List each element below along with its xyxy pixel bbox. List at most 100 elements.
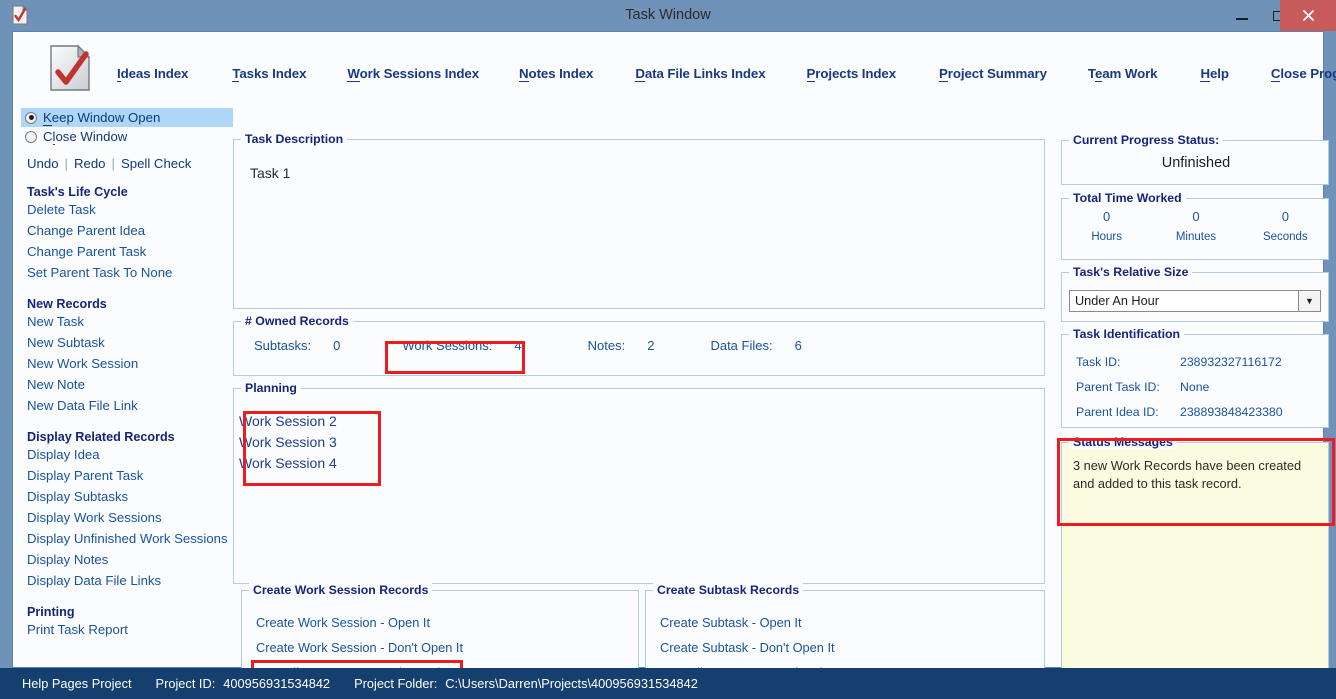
nav-work-sessions-index[interactable]: Work Sessions Index: [347, 65, 479, 82]
planning-content[interactable]: Work Session 2 Work Session 3 Work Sessi…: [239, 411, 337, 474]
task-id-label: Task ID:: [1076, 355, 1121, 369]
time-cell-seconds: 0 Seconds: [1241, 209, 1330, 243]
chevron-down-icon[interactable]: ▼: [1298, 291, 1320, 311]
status-bar: Help Pages Project Project ID: 400956931…: [0, 668, 1336, 699]
sidebar-item-display-idea[interactable]: Display Idea: [21, 444, 233, 465]
radio-unselected-icon: [25, 130, 37, 143]
nav-data-file-links-index[interactable]: Data File Links Index: [635, 65, 766, 82]
sidebar-item-set-parent-task-to-none[interactable]: Set Parent Task To None: [21, 262, 233, 283]
sidebar-item-display-subtasks[interactable]: Display Subtasks: [21, 486, 233, 507]
planning-line[interactable]: Work Session 3: [239, 432, 337, 453]
nav-project-summary[interactable]: Project Summary: [939, 65, 1047, 82]
create-subtask-open-it[interactable]: Create Subtask - Open It: [660, 615, 802, 630]
owned-label-notes: Notes:: [587, 338, 626, 353]
sidebar-heading-display-related: Display Related Records: [27, 430, 175, 444]
owned-count-subtasks: Subtasks: 0: [254, 338, 340, 353]
time-unit-hours: Hours: [1091, 231, 1122, 243]
owned-count-data-files: Data Files: 6: [710, 338, 801, 353]
statusbar-project-id-label: Project ID:: [155, 676, 216, 691]
planning-panel: Planning Work Session 2 Work Session 3 W…: [233, 381, 1045, 584]
owned-value-subtasks: 0: [333, 338, 341, 353]
close-button[interactable]: [1280, 0, 1336, 31]
task-id-row: Task ID: 238932327116172: [1076, 355, 1282, 369]
parent-idea-id-value: 238893848423380: [1180, 405, 1283, 419]
status-message-text: 3 new Work Records have been created and…: [1073, 458, 1302, 491]
task-relative-size-panel: Task's Relative Size Under An Hour ▼: [1061, 265, 1329, 322]
spell-check-link[interactable]: Spell Check: [121, 156, 191, 171]
nav-projects-index[interactable]: Projects Index: [806, 65, 896, 82]
app-logo-document-check-icon: [47, 44, 93, 92]
owned-count-notes: Notes: 2: [588, 338, 655, 353]
sidebar-item-delete-task[interactable]: Delete Task: [21, 199, 233, 220]
undo-link[interactable]: Undo: [27, 156, 59, 171]
owned-count-work-sessions: Work Sessions: 4: [402, 338, 521, 353]
nav-tasks-index[interactable]: Tasks Index: [232, 65, 307, 82]
sidebar-heading-life-cycle: Task's Life Cycle: [27, 185, 128, 199]
divider: |: [111, 156, 115, 171]
sidebar-item-display-unfinished-work-sessions[interactable]: Display Unfinished Work Sessions: [21, 528, 233, 549]
parent-task-id-label: Parent Task ID:: [1076, 380, 1160, 394]
total-time-worked-panel: Total Time Worked 0 Hours 0 Minutes 0 Se…: [1061, 191, 1330, 260]
main-navigation: Ideas Index Tasks Index Work Sessions In…: [117, 60, 1336, 86]
radio-label-close-window: Close Window: [43, 129, 128, 145]
statusbar-project-id: 400956931534842: [223, 676, 331, 691]
task-description-value[interactable]: Task 1: [250, 165, 290, 181]
minimize-button[interactable]: [1222, 0, 1262, 31]
statusbar-project-name: Help Pages Project: [22, 676, 132, 691]
nav-notes-index[interactable]: Notes Index: [519, 65, 593, 82]
sidebar-item-change-parent-idea[interactable]: Change Parent Idea: [21, 220, 233, 241]
status-messages-legend: Status Messages: [1069, 435, 1177, 449]
sidebar-item-display-data-file-links[interactable]: Display Data File Links: [21, 570, 233, 591]
planning-line[interactable]: Work Session 2: [239, 411, 337, 432]
progress-status-value: Unfinished: [1161, 155, 1231, 171]
task-relative-size-value: Under An Hour: [1075, 294, 1159, 308]
create-work-session-legend: Create Work Session Records: [249, 583, 433, 597]
owned-records-row: Subtasks: 0 Work Sessions: 4 Notes: 2 Da…: [234, 338, 1046, 353]
planning-line[interactable]: Work Session 4: [239, 453, 337, 474]
sidebar-item-print-task-report[interactable]: Print Task Report: [21, 619, 233, 640]
time-value-minutes: 0: [1192, 209, 1200, 224]
sidebar-item-new-subtask[interactable]: New Subtask: [21, 332, 233, 353]
parent-task-id-value: None: [1180, 380, 1210, 394]
task-identification-panel: Task Identification Task ID: 23893232711…: [1061, 327, 1329, 428]
edit-actions-row: Undo | Redo | Spell Check: [21, 156, 233, 171]
sidebar-item-new-task[interactable]: New Task: [21, 311, 233, 332]
create-work-session-open-it[interactable]: Create Work Session - Open It: [256, 615, 430, 630]
nav-ideas-index[interactable]: Ideas Index: [117, 65, 188, 82]
status-messages-panel: Status Messages 3 new Work Records have …: [1061, 435, 1329, 694]
nav-help[interactable]: Help: [1200, 65, 1229, 82]
nav-team-work[interactable]: Team Work: [1088, 65, 1158, 82]
owned-records-legend: # Owned Records: [241, 314, 353, 328]
create-subtask-dont-open-it[interactable]: Create Subtask - Don't Open It: [660, 640, 835, 655]
radio-label-keep-window-open: Keep Window Open: [43, 110, 161, 126]
task-relative-size-dropdown[interactable]: Under An Hour ▼: [1069, 290, 1321, 312]
nav-close-program[interactable]: Close Program: [1270, 65, 1336, 82]
task-relative-size-legend: Task's Relative Size: [1069, 265, 1193, 279]
time-worked-row: 0 Hours 0 Minutes 0 Seconds: [1062, 209, 1330, 243]
task-identification-legend: Task Identification: [1069, 327, 1185, 341]
sidebar-item-display-work-sessions[interactable]: Display Work Sessions: [21, 507, 233, 528]
owned-records-panel: # Owned Records Subtasks: 0 Work Session…: [233, 314, 1046, 376]
sidebar-item-change-parent-task[interactable]: Change Parent Task: [21, 241, 233, 262]
time-unit-seconds: Seconds: [1262, 231, 1308, 243]
task-id-value: 238932327116172: [1180, 355, 1282, 369]
radio-close-window[interactable]: Close Window: [21, 127, 233, 146]
create-work-session-dont-open-it[interactable]: Create Work Session - Don't Open It: [256, 640, 463, 655]
client-area: Ideas Index Tasks Index Work Sessions In…: [12, 31, 1336, 694]
sidebar-item-display-notes[interactable]: Display Notes: [21, 549, 233, 570]
owned-label-data-files: Data Files:: [710, 338, 773, 353]
planning-legend: Planning: [241, 381, 301, 395]
close-icon: [1302, 10, 1314, 21]
radio-keep-window-open[interactable]: Keep Window Open: [21, 108, 233, 127]
sidebar-item-new-data-file-link[interactable]: New Data File Link: [21, 395, 233, 416]
sidebar-item-new-work-session[interactable]: New Work Session: [21, 353, 233, 374]
task-description-panel: Task Description Task 1: [233, 132, 1045, 309]
create-subtask-legend: Create Subtask Records: [653, 583, 804, 597]
time-value-hours: 0: [1103, 209, 1111, 224]
parent-idea-id-row: Parent Idea ID: 238893848423380: [1076, 405, 1283, 419]
sidebar-item-display-parent-task[interactable]: Display Parent Task: [21, 465, 233, 486]
redo-link[interactable]: Redo: [74, 156, 106, 171]
sidebar-item-new-note[interactable]: New Note: [21, 374, 233, 395]
task-description-legend: Task Description: [241, 132, 348, 146]
current-progress-status-panel: Current Progress Status: Unfinished: [1061, 133, 1329, 185]
